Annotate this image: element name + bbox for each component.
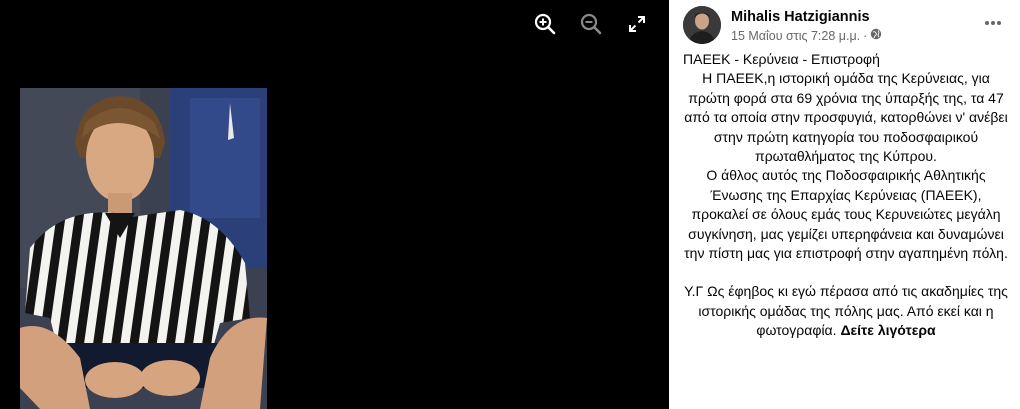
zoom-in-icon[interactable]	[531, 10, 559, 38]
viewer-controls	[531, 10, 651, 38]
post-photo[interactable]	[20, 88, 267, 409]
more-options-icon[interactable]	[980, 10, 1006, 36]
fullscreen-icon[interactable]	[623, 10, 651, 38]
see-less-link[interactable]: Δείτε λιγότερα	[840, 322, 935, 338]
post-meta: 15 Μαΐου στις 7:28 μ.μ. ·	[731, 28, 882, 43]
meta-separator: ·	[863, 28, 868, 43]
photo-viewer	[0, 0, 669, 409]
post-sidebar: Mihalis Hatzigiannis 15 Μαΐου στις 7:28 …	[669, 0, 1020, 409]
post-paragraph-1: Η ΠΑΕΕΚ,η ιστορική ομάδα της Κερύνειας, …	[684, 70, 1008, 165]
post-text: ΠΑΕΕΚ - Κερύνεια - Επιστροφή Η ΠΑΕΕΚ,η ι…	[683, 50, 1009, 341]
post-header: Mihalis Hatzigiannis 15 Μαΐου στις 7:28 …	[683, 6, 1010, 46]
author-name[interactable]: Mihalis Hatzigiannis	[731, 9, 870, 25]
photo-illustration	[20, 88, 267, 409]
post-title: ΠΑΕΕΚ - Κερύνεια - Επιστροφή	[683, 51, 880, 67]
avatar[interactable]	[683, 6, 721, 44]
post-paragraph-2: Ο άθλος αυτός της Ποδοσφαιρικής Αθλητική…	[684, 167, 1008, 262]
post-paragraph-3: Υ.Γ Ως έφηβος κι εγώ πέρασα από τις ακαδ…	[683, 282, 1009, 340]
zoom-out-icon[interactable]	[577, 10, 605, 38]
globe-icon	[870, 28, 882, 43]
post-date[interactable]: 15 Μαΐου στις 7:28 μ.μ.	[731, 29, 860, 43]
